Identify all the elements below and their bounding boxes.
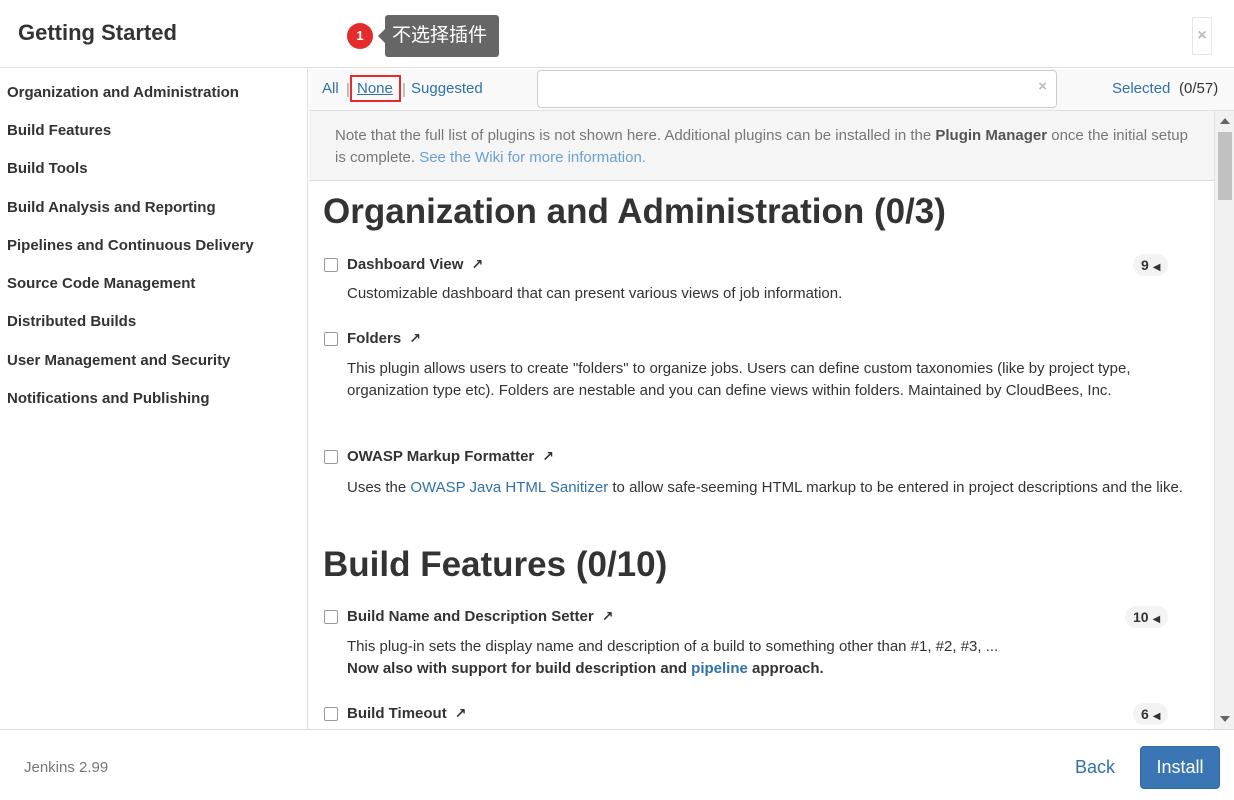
- caret-left-icon: ◀: [1152, 711, 1161, 722]
- plugin-checkbox-build-name-and-description-setter[interactable]: [324, 610, 338, 624]
- sidebar-item-distributed-builds[interactable]: Distributed Builds: [7, 313, 136, 330]
- plugin-description: This plug-in sets the display name and d…: [347, 636, 1197, 680]
- install-button[interactable]: Install: [1140, 746, 1220, 789]
- plugin-manager-label: Plugin Manager: [935, 127, 1048, 144]
- back-button[interactable]: Back: [1075, 757, 1115, 778]
- plugin-checkbox-folders[interactable]: [324, 332, 338, 346]
- selected-count: (0/57): [1179, 80, 1219, 97]
- footer: Jenkins 2.99 Back Install: [0, 729, 1234, 800]
- plugin-checkbox-dashboard-view[interactable]: [324, 258, 338, 272]
- external-link-icon[interactable]: ↗: [455, 705, 467, 721]
- page-title: Getting Started: [18, 20, 177, 45]
- annotation-number-badge: 1: [347, 23, 373, 49]
- plugin-description: Customizable dashboard that can present …: [347, 285, 843, 302]
- sidebar-item-organization-and-administration[interactable]: Organization and Administration: [7, 84, 239, 101]
- scrollbar-thumb[interactable]: [1218, 132, 1232, 200]
- description-text: Uses the: [347, 479, 411, 496]
- description-bold-text: Now also with support for build descript…: [347, 660, 692, 677]
- dependency-badge[interactable]: 9 ◀: [1133, 254, 1169, 276]
- dependency-count: 10: [1133, 609, 1149, 625]
- notice-text: Note that the full list of plugins is no…: [335, 127, 936, 144]
- selected-link[interactable]: Selected: [1112, 80, 1170, 97]
- sidebar-item-notifications-and-publishing[interactable]: Notifications and Publishing: [7, 390, 210, 407]
- description-text: to allow safe-seeming HTML markup to be …: [608, 479, 1183, 496]
- plugin-name: Dashboard View ↗: [347, 256, 483, 273]
- plugin-name: Build Timeout ↗: [347, 705, 466, 722]
- scroll-up-icon[interactable]: [1220, 118, 1230, 124]
- plugin-name-text: Build Name and Description Setter: [347, 608, 594, 625]
- plugin-name-text: Build Timeout: [347, 705, 447, 722]
- select-suggested-link[interactable]: Suggested: [411, 80, 483, 97]
- sidebar-item-user-management-and-security[interactable]: User Management and Security: [7, 352, 230, 369]
- caret-left-icon: ◀: [1152, 614, 1161, 625]
- plugin-name: OWASP Markup Formatter ↗: [347, 448, 554, 465]
- scroll-down-icon[interactable]: [1220, 716, 1230, 722]
- annotation-tooltip: 不选择插件: [377, 15, 500, 57]
- wiki-link[interactable]: See the Wiki for more information.: [419, 149, 646, 166]
- sidebar-item-build-analysis-and-reporting[interactable]: Build Analysis and Reporting: [7, 199, 216, 216]
- plugin-checkbox-owasp-markup-formatter[interactable]: [324, 450, 338, 464]
- select-none-link[interactable]: None: [357, 80, 393, 97]
- description-text: This plug-in sets the display name and d…: [347, 638, 999, 655]
- pipeline-link[interactable]: pipeline: [691, 660, 748, 677]
- plugin-name-text: OWASP Markup Formatter: [347, 448, 535, 465]
- sidebar-item-pipelines-and-continuous-delivery[interactable]: Pipelines and Continuous Delivery: [7, 237, 254, 254]
- sidebar-item-build-tools[interactable]: Build Tools: [7, 160, 88, 177]
- plugin-description: Uses the OWASP Java HTML Sanitizer to al…: [347, 477, 1197, 499]
- plugin-name: Folders ↗: [347, 330, 421, 347]
- caret-left-icon: ◀: [1152, 262, 1161, 273]
- plugin-toolbar: All | None | Suggested × Selected (0/57): [309, 69, 1234, 111]
- plugin-search-input[interactable]: ×: [537, 70, 1057, 108]
- plugin-list: Note that the full list of plugins is no…: [309, 111, 1214, 729]
- description-bold-text: approach.: [747, 660, 824, 677]
- external-link-icon[interactable]: ↗: [602, 608, 614, 624]
- section-heading: Organization and Administration (0/3): [323, 192, 946, 231]
- plugin-name-text: Dashboard View: [347, 256, 464, 273]
- external-link-icon[interactable]: ↗: [471, 256, 483, 272]
- plugin-checkbox-build-timeout[interactable]: [324, 707, 338, 721]
- dependency-count: 9: [1141, 257, 1149, 273]
- plugin-description: This plugin allows users to create "fold…: [347, 360, 1131, 399]
- header: Getting Started ×: [0, 0, 1234, 68]
- category-sidebar: Organization and Administration Build Fe…: [0, 69, 308, 729]
- content-scrollbar[interactable]: [1214, 111, 1234, 729]
- owasp-sanitizer-link[interactable]: OWASP Java HTML Sanitizer: [410, 479, 608, 496]
- sidebar-item-source-code-management[interactable]: Source Code Management: [7, 275, 195, 292]
- plugin-name: Build Name and Description Setter ↗: [347, 608, 613, 625]
- section-heading: Build Features (0/10): [323, 545, 668, 584]
- dependency-badge[interactable]: 10 ◀: [1125, 606, 1169, 628]
- jenkins-version: Jenkins 2.99: [24, 759, 109, 776]
- notice-box: Note that the full list of plugins is no…: [309, 111, 1214, 181]
- close-button[interactable]: ×: [1192, 17, 1212, 55]
- external-link-icon[interactable]: ↗: [409, 330, 421, 346]
- dependency-count: 6: [1141, 706, 1149, 722]
- sidebar-item-build-features[interactable]: Build Features: [7, 122, 111, 139]
- clear-icon[interactable]: ×: [1038, 78, 1047, 95]
- dependency-badge[interactable]: 6 ◀: [1133, 703, 1169, 725]
- external-link-icon[interactable]: ↗: [542, 448, 554, 464]
- plugin-name-text: Folders: [347, 330, 402, 347]
- toolbar-separator: |: [402, 81, 406, 98]
- select-all-link[interactable]: All: [322, 80, 339, 97]
